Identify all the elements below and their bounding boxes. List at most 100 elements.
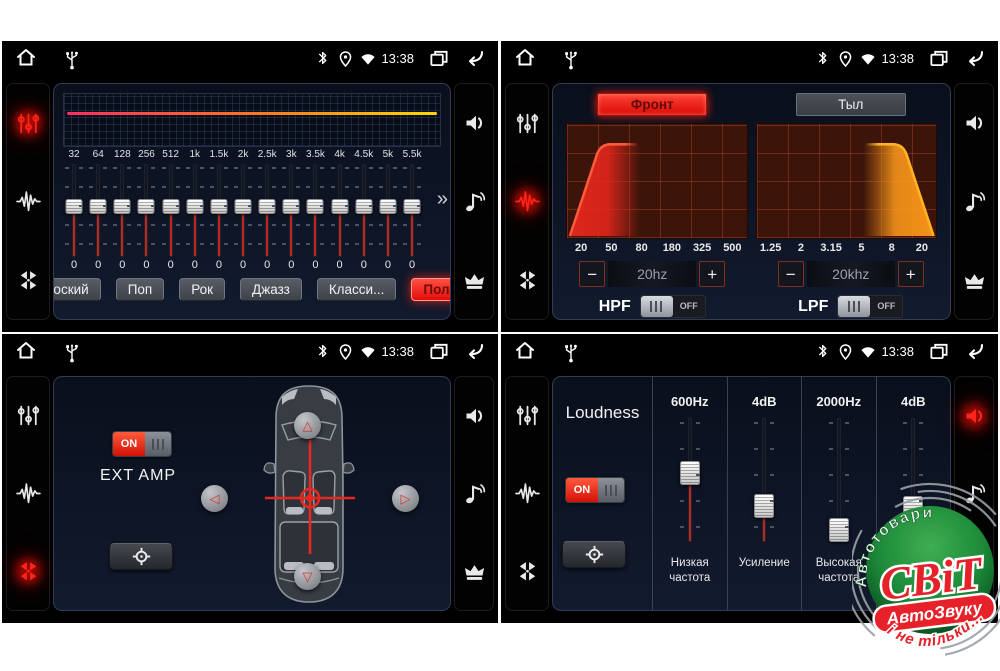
hpf-toggle[interactable]: OFF [640,295,706,318]
back-icon[interactable] [463,47,486,69]
speaker-note-icon[interactable] [957,184,991,218]
slider-handle[interactable] [355,199,372,214]
preset-pop-button[interactable]: Поп [116,278,165,301]
effects-wave-icon[interactable] [510,184,544,218]
loudness-toggle[interactable]: ON [565,477,625,503]
toggle-knob[interactable] [838,296,870,317]
recent-apps-icon[interactable] [928,48,949,68]
eq-band-slider[interactable] [352,162,376,259]
eq-band-slider[interactable] [376,162,400,259]
slider-handle[interactable] [379,199,396,214]
slider-handle[interactable] [90,199,107,214]
equalizer-icon[interactable] [510,106,544,140]
balance-fader-icon[interactable] [510,263,544,297]
hpf-minus-button[interactable]: − [579,261,605,287]
loudness-slider[interactable] [677,418,703,544]
balance-right-button[interactable]: ▷ [392,485,419,512]
slider-handle[interactable] [210,199,227,214]
recent-apps-icon[interactable] [928,341,949,361]
eq-band-slider[interactable] [207,162,231,259]
eq-band-slider[interactable] [328,162,352,259]
lpf-plus-button[interactable]: + [898,261,924,287]
volume-icon[interactable] [957,106,991,140]
volume-icon[interactable] [957,399,991,433]
effects-wave-icon[interactable] [510,476,544,510]
slider-handle[interactable] [307,199,324,214]
slider-handle[interactable] [186,199,203,214]
balance-fader-icon[interactable] [11,554,45,588]
equalizer-icon[interactable] [510,399,544,433]
eq-band-slider[interactable] [279,162,303,259]
preset-jazz-button[interactable]: Джазз [240,278,302,301]
effects-wave-icon[interactable] [11,184,45,218]
eq-band-slider[interactable] [134,162,158,259]
back-icon[interactable] [463,340,486,362]
home-icon[interactable] [513,339,537,363]
slider-handle[interactable] [138,199,155,214]
fader-front-button[interactable]: △ [294,412,321,439]
preset-classic-button[interactable]: Класси... [317,278,397,301]
volume-icon[interactable] [457,399,491,433]
eq-band-slider[interactable] [255,162,279,259]
preset-flat-button[interactable]: Плоский [53,278,101,301]
fader-rear-button[interactable]: ▽ [294,563,321,590]
eq-band-slider[interactable] [400,162,424,259]
eq-band-slider[interactable] [183,162,207,259]
equalizer-icon[interactable] [11,399,45,433]
slider-handle[interactable] [680,461,700,485]
speaker-note-icon[interactable] [457,184,491,218]
center-reset-button[interactable] [109,543,173,570]
eq-freq-label: 5k [376,149,400,160]
slider-handle[interactable] [404,199,421,214]
balance-fader-icon[interactable] [11,263,45,297]
preset-user-button[interactable]: Польз. [411,278,451,301]
back-icon[interactable] [963,340,986,362]
crown-icon[interactable] [457,554,491,588]
slider-handle[interactable] [283,199,300,214]
slider-handle[interactable] [235,199,252,214]
volume-icon[interactable] [457,106,491,140]
center-reset-button[interactable] [562,541,626,568]
toggle-knob[interactable] [145,432,171,456]
toggle-knob[interactable] [641,296,673,317]
status-bar: 13:38 [501,334,998,368]
equalizer-icon[interactable] [11,106,45,140]
eq-value: 0 [62,259,86,271]
home-icon[interactable] [513,46,537,70]
slider-handle[interactable] [829,518,849,542]
recent-apps-icon[interactable] [428,341,449,361]
tab-front[interactable]: Фронт [597,93,707,116]
home-icon[interactable] [14,46,38,70]
eq-band-slider[interactable] [86,162,110,259]
slider-handle[interactable] [66,199,83,214]
tab-rear[interactable]: Тыл [796,93,906,116]
loudness-slider[interactable] [826,418,852,544]
balance-left-button[interactable]: ◁ [201,485,228,512]
ext-amp-toggle[interactable]: ON [112,431,172,457]
eq-band-slider[interactable] [303,162,327,259]
back-icon[interactable] [963,47,986,69]
eq-band-slider[interactable] [110,162,134,259]
speaker-note-icon[interactable] [457,476,491,510]
eq-band-slider[interactable] [62,162,86,259]
slider-handle[interactable] [754,494,774,518]
preset-rock-button[interactable]: Рок [179,278,225,301]
crown-icon[interactable] [957,263,991,297]
recent-apps-icon[interactable] [428,48,449,68]
toggle-knob[interactable] [598,478,624,502]
loudness-slider[interactable] [751,418,777,544]
home-icon[interactable] [14,339,38,363]
hpf-plus-button[interactable]: + [699,261,725,287]
lpf-minus-button[interactable]: − [778,261,804,287]
effects-wave-icon[interactable] [11,476,45,510]
slider-handle[interactable] [114,199,131,214]
eq-band-slider[interactable] [159,162,183,259]
slider-handle[interactable] [162,199,179,214]
crown-icon[interactable] [457,263,491,297]
slider-handle[interactable] [259,199,276,214]
slider-handle[interactable] [331,199,348,214]
eq-band-slider[interactable] [231,162,255,259]
balance-fader-icon[interactable] [510,554,544,588]
eq-more-chevron[interactable]: » [437,188,448,211]
lpf-toggle[interactable]: OFF [837,295,903,318]
